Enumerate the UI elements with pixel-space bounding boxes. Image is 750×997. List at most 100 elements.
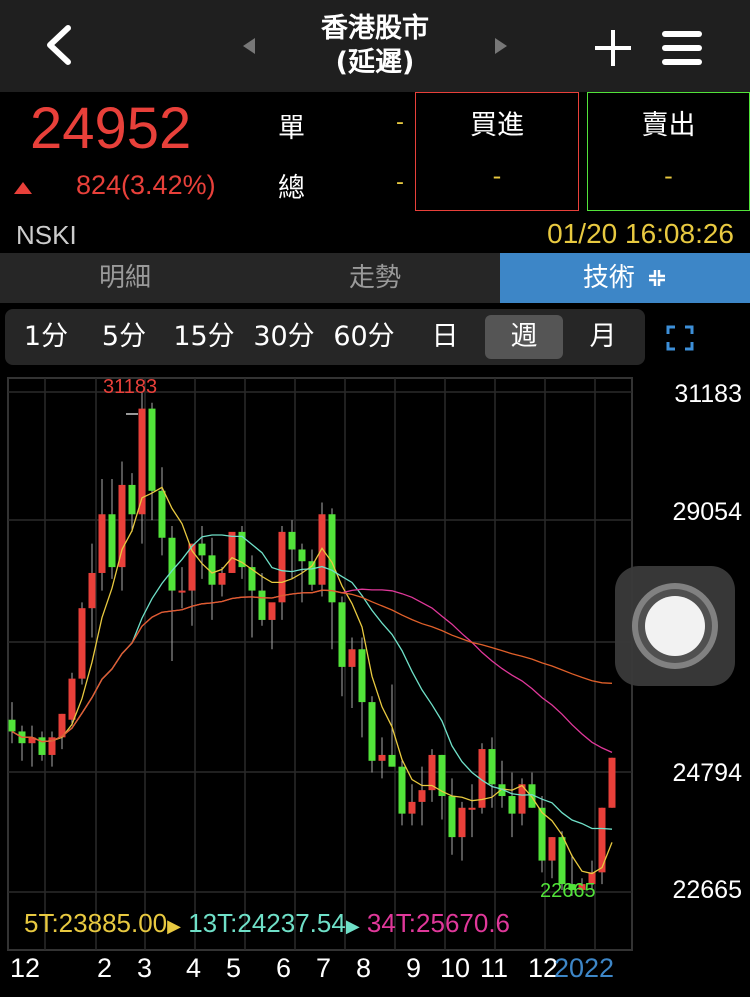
- period-1min[interactable]: 1分: [11, 315, 81, 359]
- candle-down: [558, 837, 566, 885]
- period-day[interactable]: 日: [415, 315, 475, 359]
- sell-value: -: [664, 162, 673, 190]
- total-volume-value: -: [396, 170, 404, 195]
- tab-technical-label: 技術: [582, 263, 635, 293]
- ma13-legend: 13T:24237.54: [188, 908, 346, 938]
- period-5min[interactable]: 5分: [89, 315, 159, 359]
- candle-down: [368, 702, 376, 761]
- candle-down: [388, 754, 396, 767]
- sell-label: 賣出: [641, 110, 696, 141]
- single-volume-value: -: [396, 110, 404, 135]
- total-volume-label: 總: [278, 173, 305, 204]
- candle-up: [548, 837, 556, 861]
- x-tick-label: 2: [97, 953, 113, 983]
- x-tick-label: 3: [137, 953, 153, 983]
- candle-down: [398, 766, 406, 814]
- x-tick-label-year: 2022: [554, 953, 615, 983]
- page-title: 香港股市 (延遲): [225, 12, 525, 80]
- back-chevron-icon[interactable]: [40, 22, 80, 68]
- candle-up: [88, 572, 96, 609]
- candle-down: [148, 408, 156, 491]
- candle-down: [488, 749, 496, 785]
- y-tick-label: 24794: [672, 759, 742, 787]
- y-tick-label: 22665: [672, 876, 742, 904]
- buy-label: 買進: [470, 110, 524, 141]
- price-change: 824(3.42%): [76, 170, 216, 200]
- candle-up: [278, 531, 286, 603]
- candle-down: [8, 719, 16, 732]
- period-60min[interactable]: 60分: [325, 315, 403, 359]
- chart-frame: [7, 377, 633, 951]
- x-tick-label: 8: [356, 953, 372, 983]
- low-marker-label: 22665: [540, 880, 596, 902]
- candle-down: [338, 602, 346, 667]
- symbol: NSKI: [16, 220, 77, 250]
- candle-up: [348, 649, 356, 667]
- collapse-arrows-icon: [649, 270, 666, 286]
- next-triangle-icon[interactable]: [495, 38, 507, 54]
- x-tick-label: 12: [10, 953, 41, 983]
- candle-up: [178, 590, 186, 593]
- buy-value: -: [492, 162, 502, 190]
- candle-up: [378, 754, 386, 761]
- period-selector: 1分 5分 15分 30分 60分 日 週 月: [5, 309, 645, 365]
- candle-down: [168, 537, 176, 591]
- period-month[interactable]: 月: [573, 315, 633, 359]
- x-tick-label: 10: [440, 953, 471, 983]
- ma34-line: [11, 588, 613, 753]
- ma-long-line: [11, 589, 613, 743]
- single-volume-label: 單: [278, 113, 305, 144]
- candle-down: [198, 543, 206, 556]
- buy-box[interactable]: 買進 -: [415, 92, 579, 211]
- sell-box[interactable]: 賣出 -: [587, 92, 750, 211]
- candle-up: [418, 790, 426, 802]
- candle-up: [218, 572, 226, 585]
- candle-up: [98, 514, 106, 573]
- assistive-touch-button[interactable]: [615, 566, 735, 686]
- x-tick-label: 11: [480, 953, 509, 983]
- period-week[interactable]: 週: [485, 315, 563, 359]
- period-15min[interactable]: 15分: [165, 315, 243, 359]
- candle-down: [508, 796, 516, 814]
- x-tick-label: 6: [276, 953, 292, 983]
- candle-down: [158, 490, 166, 538]
- candle-down: [298, 549, 306, 562]
- candle-down: [128, 484, 136, 515]
- candle-down: [358, 649, 366, 703]
- candle-up: [608, 757, 616, 808]
- hamburger-menu-icon[interactable]: [662, 28, 702, 68]
- ma5-legend: 5T:23885.00: [24, 908, 168, 938]
- plus-icon[interactable]: [593, 28, 633, 68]
- candle-up: [118, 484, 126, 568]
- period-30min[interactable]: 30分: [245, 315, 323, 359]
- tab-details[interactable]: 明細: [0, 253, 250, 303]
- x-tick-label: 7: [316, 953, 332, 983]
- x-tick-label: 4: [186, 953, 202, 983]
- candle-up: [78, 608, 86, 679]
- tab-bar: 明細 走勢 技術: [0, 253, 750, 303]
- title-line1: 香港股市: [321, 13, 429, 44]
- timestamp: 01/20 16:08:26: [547, 218, 734, 249]
- y-tick-label: 31183: [674, 380, 742, 408]
- candle-up: [68, 678, 76, 720]
- x-axis: 12 2 3 4 5 6 7 8 9 10 11 12 2022: [0, 953, 640, 993]
- candle-down: [108, 514, 116, 568]
- x-tick-label: 9: [406, 953, 422, 983]
- title-line2: (延遲): [335, 47, 415, 78]
- candle-up: [458, 807, 466, 838]
- high-marker-label: 31183: [103, 376, 158, 398]
- x-tick-label: 5: [226, 953, 242, 983]
- candle-up: [468, 807, 476, 810]
- ma34-legend: 34T:25670.6: [366, 908, 511, 938]
- tab-trend[interactable]: 走勢: [250, 253, 500, 303]
- candle-down: [538, 807, 546, 861]
- candle-down: [258, 590, 266, 620]
- fullscreen-icon[interactable]: [666, 325, 694, 351]
- candle-up: [408, 801, 416, 814]
- y-tick-label: 29054: [672, 498, 742, 526]
- tab-technical[interactable]: 技術: [500, 253, 750, 303]
- candle-up: [268, 602, 276, 620]
- up-arrow-icon: [14, 182, 32, 194]
- candle-up: [228, 531, 236, 573]
- last-price: 24952: [30, 96, 192, 161]
